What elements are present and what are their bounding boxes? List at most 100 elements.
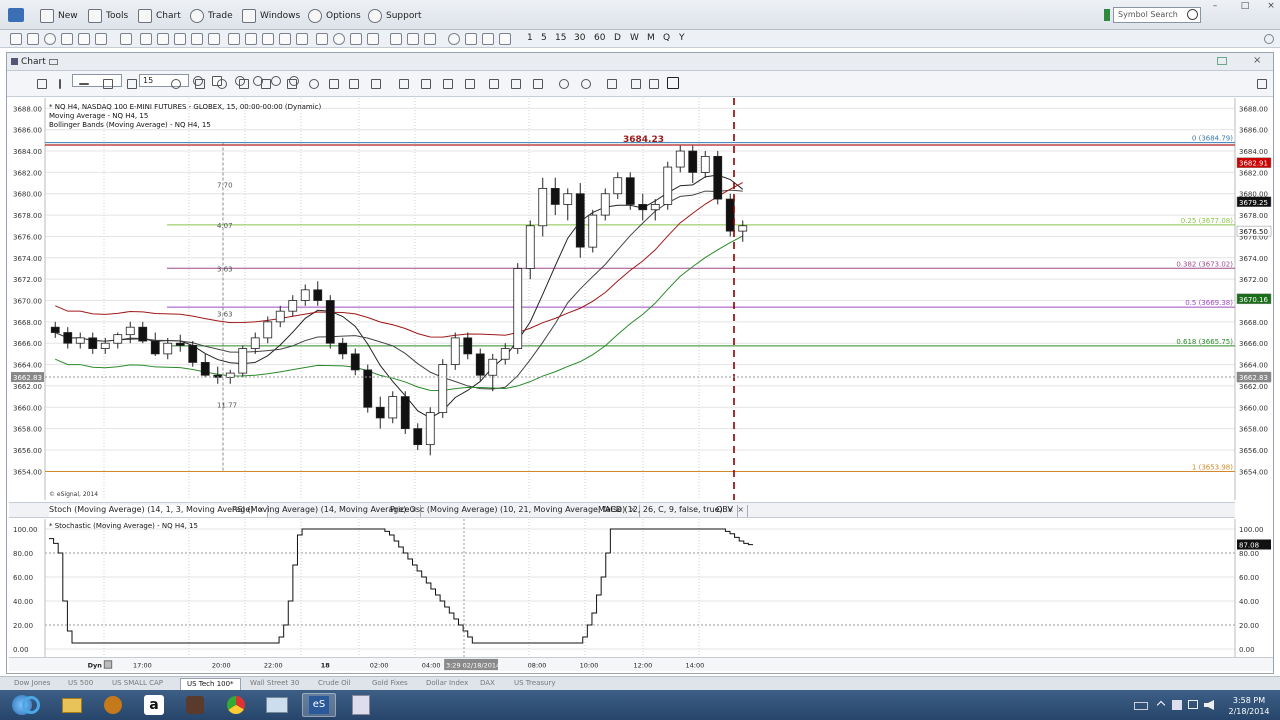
toolbar-table-icon[interactable] bbox=[228, 33, 240, 45]
menu-tools[interactable]: Tools bbox=[88, 7, 128, 25]
taskbar-chrome[interactable] bbox=[219, 693, 253, 717]
page-tab[interactable]: US Treasury bbox=[508, 678, 561, 690]
interval-y[interactable]: Y bbox=[679, 33, 685, 43]
toolbar-print-icon[interactable] bbox=[390, 33, 402, 45]
toolbar-export-icon[interactable] bbox=[407, 33, 419, 45]
toolbar-grid-icon[interactable] bbox=[27, 33, 39, 45]
page-tab[interactable]: DAX bbox=[474, 678, 501, 690]
taskbar-screens[interactable] bbox=[260, 693, 294, 717]
ellipse-tool-icon[interactable] bbox=[171, 79, 181, 89]
interval-m[interactable]: M bbox=[647, 33, 655, 43]
toolbar-cross-icon[interactable] bbox=[367, 33, 379, 45]
taskbar-app5[interactable] bbox=[178, 693, 212, 717]
page-tab[interactable]: Dow Jones bbox=[8, 678, 56, 690]
hline-tool-icon[interactable] bbox=[79, 83, 89, 85]
toolbar-scroll-icon[interactable] bbox=[333, 33, 345, 45]
toolbar-area-icon[interactable] bbox=[208, 33, 220, 45]
brush-tool-icon[interactable] bbox=[239, 79, 249, 89]
stochastic-chart[interactable]: 100.00 80.00 60.00 40.00 20.00 0.00 100.00 80.… bbox=[9, 519, 1273, 657]
fib-tool-icon[interactable] bbox=[287, 79, 297, 89]
menu-chart[interactable]: Chart bbox=[138, 7, 181, 25]
toolbar-window-icon[interactable] bbox=[120, 33, 132, 45]
stop-icon[interactable] bbox=[271, 76, 281, 86]
toolbar-candles-icon[interactable] bbox=[157, 33, 169, 45]
toolbar-settings-icon[interactable] bbox=[61, 33, 73, 45]
minimize-button[interactable]: – bbox=[1210, 2, 1220, 11]
keyboard-icon[interactable] bbox=[1134, 702, 1148, 710]
lock-tool-icon[interactable] bbox=[649, 79, 659, 89]
tab-obv[interactable]: OBV × bbox=[716, 505, 749, 517]
toolbar-lines-icon[interactable] bbox=[482, 33, 494, 45]
trendline-tool-icon[interactable] bbox=[37, 79, 47, 89]
toolbar-fill-icon[interactable] bbox=[78, 33, 90, 45]
page-tab[interactable]: US SMALL CAP bbox=[106, 678, 169, 690]
chart-restore-icon[interactable] bbox=[1217, 57, 1227, 65]
page-tab[interactable]: US Tech 100* bbox=[180, 678, 241, 690]
page-tab[interactable]: Gold Fixes bbox=[366, 678, 414, 690]
interval-15[interactable]: 15 bbox=[555, 33, 566, 43]
target-tool-icon[interactable] bbox=[581, 79, 591, 89]
cursor-tool-icon[interactable] bbox=[15, 79, 25, 89]
monitor-icon[interactable] bbox=[1188, 700, 1198, 709]
tray-arrow-icon[interactable] bbox=[1156, 700, 1166, 710]
vline-tool-icon[interactable] bbox=[59, 79, 61, 89]
interval-w[interactable]: W bbox=[630, 33, 639, 43]
menu-options[interactable]: Options bbox=[308, 7, 361, 25]
toolbar-clock-icon[interactable] bbox=[44, 33, 56, 45]
toolbar-hist-icon[interactable] bbox=[191, 33, 203, 45]
close-button[interactable]: × bbox=[1266, 2, 1276, 11]
toolbar-menu-icon[interactable] bbox=[465, 33, 477, 45]
taskbar-explorer[interactable] bbox=[55, 693, 89, 717]
taskbar-esignal[interactable]: eS bbox=[302, 693, 336, 717]
andrews-tool-icon[interactable] bbox=[399, 79, 409, 89]
page-tab[interactable]: US 500 bbox=[62, 678, 99, 690]
toolbar-target-icon[interactable] bbox=[448, 33, 460, 45]
price-chart[interactable]: 3688.00 3686.00 3684.00 3682.00 3680.00 3678.… bbox=[9, 98, 1273, 500]
gann-tool-icon[interactable] bbox=[309, 79, 319, 89]
stddev-tool-icon[interactable] bbox=[511, 79, 521, 89]
arc-tool-icon[interactable] bbox=[217, 79, 227, 89]
eye-tool-icon[interactable] bbox=[559, 79, 569, 89]
fibarc-tool-icon[interactable] bbox=[349, 79, 359, 89]
interval-q[interactable]: Q bbox=[663, 33, 670, 43]
flag-icon[interactable] bbox=[1172, 700, 1182, 710]
toolbar-sheet-icon[interactable] bbox=[245, 33, 257, 45]
pitchfork-tool-icon[interactable] bbox=[261, 79, 271, 89]
toolbar-draw-icon[interactable] bbox=[262, 33, 274, 45]
magnet-tool-icon[interactable] bbox=[667, 77, 679, 89]
system-clock[interactable]: 3:58 PM 2/18/2014 bbox=[1224, 695, 1274, 717]
menu-new[interactable]: New bbox=[40, 7, 78, 25]
toolbar-copy-icon[interactable] bbox=[296, 33, 308, 45]
interval-30[interactable]: 30 bbox=[574, 33, 585, 43]
toolbar-list-icon[interactable] bbox=[95, 33, 107, 45]
interval-5[interactable]: 5 bbox=[541, 33, 547, 43]
search-icon[interactable] bbox=[1187, 9, 1198, 20]
eraser-tool-icon[interactable] bbox=[631, 79, 641, 89]
toolbar-link-icon[interactable] bbox=[10, 33, 22, 45]
toolbar-collapse-button[interactable] bbox=[1264, 34, 1274, 44]
text-tool-icon[interactable] bbox=[127, 79, 137, 89]
rect-tool-icon[interactable] bbox=[195, 79, 205, 89]
toolbar-zoom-icon[interactable] bbox=[316, 33, 328, 45]
fibfan-tool-icon[interactable] bbox=[329, 79, 339, 89]
raff-tool-icon[interactable] bbox=[533, 79, 543, 89]
taskbar-amazon[interactable]: a bbox=[137, 693, 171, 717]
menu-support[interactable]: Support bbox=[368, 7, 422, 25]
cycle-tool-icon[interactable] bbox=[371, 79, 381, 89]
arrow-up-tool-icon[interactable] bbox=[421, 79, 431, 89]
symbol-select[interactable] bbox=[72, 74, 122, 87]
page-tab[interactable]: Dollar Index bbox=[420, 678, 474, 690]
wave-tool-icon[interactable] bbox=[607, 79, 617, 89]
app-icon[interactable] bbox=[8, 8, 24, 22]
taskbar-ie[interactable] bbox=[14, 693, 48, 717]
channel-tool-icon[interactable] bbox=[103, 79, 113, 89]
interval-d[interactable]: D bbox=[614, 33, 621, 43]
interval-60[interactable]: 60 bbox=[594, 33, 605, 43]
time-axis-lock-icon[interactable] bbox=[103, 660, 113, 669]
regression-tool-icon[interactable] bbox=[489, 79, 499, 89]
toolbar-line-icon[interactable] bbox=[174, 33, 186, 45]
interval-select[interactable]: 15 bbox=[139, 74, 189, 87]
arrow-down-tool-icon[interactable] bbox=[443, 79, 453, 89]
page-tab[interactable]: Wall Street 30 bbox=[244, 678, 305, 690]
toolbar-expand-icon[interactable] bbox=[350, 33, 362, 45]
